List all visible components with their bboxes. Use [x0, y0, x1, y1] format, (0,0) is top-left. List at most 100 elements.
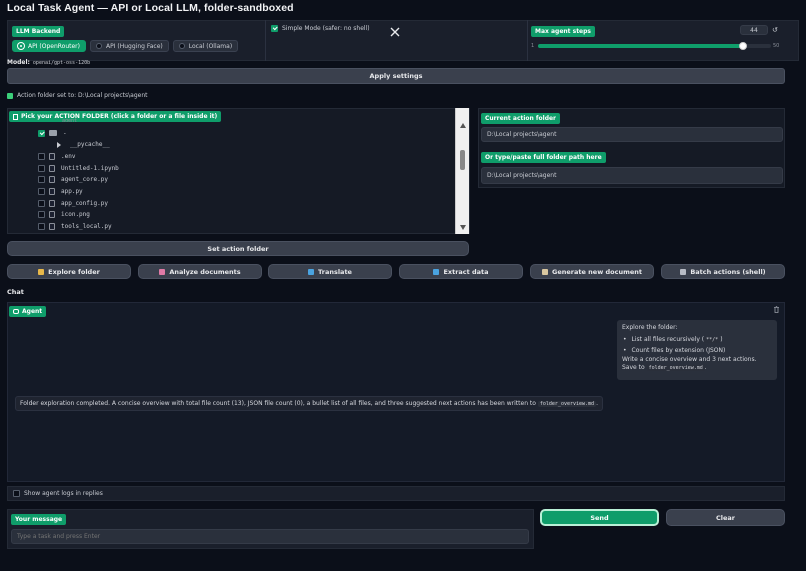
quick-action-button[interactable]: Explore folder — [7, 264, 131, 279]
bullet-icon: • — [623, 335, 627, 343]
chat-section-label: Chat — [7, 288, 24, 296]
tree-item-label: __pycache__ — [70, 141, 110, 149]
folder-icon — [49, 130, 57, 136]
model-label: Model: — [7, 59, 30, 66]
quick-action-button[interactable]: Batch actions (shell) — [661, 264, 785, 279]
clear-button[interactable]: Clear — [666, 509, 785, 526]
tree-item-label: Untitled-1.ipynb — [61, 164, 119, 172]
show-logs-row: Show agent logs in replies — [7, 486, 785, 501]
tree-item-label: app_config.py — [61, 199, 108, 207]
file-icon — [49, 223, 55, 231]
scroll-thumb[interactable] — [460, 150, 465, 170]
quick-action-button[interactable]: Translate — [268, 264, 392, 279]
steps-label: Max agent steps — [531, 26, 595, 37]
tree-checkbox[interactable] — [38, 199, 45, 207]
tree-row[interactable]: app.py — [38, 187, 83, 197]
user-message-bullet: • List all files recursively (**/*) — [623, 335, 723, 343]
scroll-down-icon[interactable] — [460, 225, 466, 230]
user-message-bullet: • Count files by extension (JSON) — [623, 347, 726, 354]
apply-settings-button[interactable]: Apply settings — [7, 68, 785, 84]
message-label: Your message — [11, 514, 67, 525]
user-message-line: Write a concise overview and 3 next acti… — [622, 355, 757, 363]
app-title: Local Task Agent — API or Local LLM, fol… — [7, 2, 294, 14]
agent-label: Agent — [9, 306, 47, 317]
tree-item-label: .env — [61, 152, 76, 160]
tree-row[interactable]: agent_core.py — [38, 175, 108, 185]
agent-message-bubble: Folder exploration completed. A concise … — [15, 396, 603, 411]
tree-row[interactable]: Untitled-1.ipynb — [38, 163, 119, 173]
set-action-folder-button[interactable]: Set action folder — [7, 241, 469, 256]
tree-item-label: icon.png — [61, 211, 90, 219]
file-icon — [49, 199, 55, 207]
simple-mode-checkbox[interactable] — [271, 25, 278, 32]
quick-action-button[interactable]: Extract data — [399, 264, 523, 279]
tree-checkbox[interactable] — [38, 164, 45, 172]
reset-icon[interactable]: ↺ — [772, 26, 778, 34]
scroll-up-icon[interactable] — [460, 123, 466, 128]
path-input-label: Or type/paste full folder path here — [481, 152, 606, 163]
radio-dot-icon — [96, 43, 102, 49]
tree-row[interactable]: tools_local.py — [38, 222, 112, 232]
steps-value-input[interactable]: 44 — [740, 25, 768, 35]
current-folder-field: D:\Local projects\agent — [481, 127, 783, 142]
magnifier-icon — [433, 268, 440, 275]
tree-checkbox[interactable] — [38, 129, 45, 137]
file-icon — [49, 176, 55, 184]
settings-divider — [265, 20, 266, 61]
message-input[interactable] — [11, 529, 529, 544]
file-icon — [49, 188, 55, 195]
tree-checkbox[interactable] — [38, 176, 45, 184]
tree-item-label: app.py — [61, 188, 83, 195]
backend-option-openrouter[interactable]: API (OpenRouter) — [12, 40, 86, 52]
trash-icon[interactable] — [773, 306, 780, 313]
model-value: openai/gpt-oss-120b — [32, 59, 91, 66]
user-message-bubble: Explore the folder: • List all files recu… — [617, 320, 777, 380]
steps-slider-thumb[interactable] — [739, 42, 748, 50]
simple-mode-toggle[interactable]: Simple Mode (safer: no shell) — [271, 25, 370, 32]
file-icon — [49, 152, 55, 160]
tree-checkbox[interactable] — [38, 223, 45, 231]
tree-checkbox[interactable] — [38, 211, 45, 219]
chat-bubble-icon — [13, 309, 19, 314]
backend-option-huggingface[interactable]: API (Hugging Face) — [90, 40, 169, 52]
current-folder-label: Current action folder — [481, 113, 561, 124]
tree-item-label: agent_core.py — [61, 176, 108, 184]
brain-icon — [159, 268, 166, 275]
backend-option-ollama[interactable]: Local (Ollama) — [172, 40, 239, 52]
tree-partial-row: agent — [62, 118, 78, 122]
tree-checkbox[interactable] — [38, 188, 45, 195]
tree-row[interactable]: .env — [38, 151, 75, 161]
close-icon[interactable] — [389, 26, 401, 38]
tree-row[interactable]: icon.png — [38, 210, 90, 220]
tree-row[interactable]: - — [38, 128, 67, 138]
steps-max-label: 50 — [773, 43, 780, 49]
file-icon — [49, 211, 55, 219]
action-status: Action folder set to: D:\Local projects\… — [7, 92, 147, 99]
show-logs-checkbox[interactable] — [13, 490, 20, 497]
steps-slider[interactable] — [538, 42, 771, 50]
tree-row[interactable]: __pycache__ — [38, 140, 110, 150]
tree-scrollbar[interactable] — [455, 108, 469, 234]
quick-action-button[interactable]: Generate new document — [530, 264, 654, 279]
user-message-save: Save to folder_overview.md. — [622, 364, 707, 371]
tree-row[interactable]: app_config.py — [38, 198, 108, 208]
globe-icon — [308, 268, 315, 275]
quick-action-button[interactable]: Analyze documents — [138, 264, 262, 279]
steps-min-label: 1 — [531, 43, 535, 49]
file-icon — [49, 164, 55, 172]
check-icon — [7, 92, 13, 99]
model-row: Model: openai/gpt-oss-120b — [7, 59, 90, 66]
chevron-right-icon[interactable] — [57, 141, 61, 148]
path-input[interactable]: D:\Local projects\agent — [481, 167, 783, 184]
gear-icon — [680, 268, 687, 275]
steps-slider-fill — [538, 44, 744, 48]
user-message-title: Explore the folder: — [622, 324, 678, 331]
send-button[interactable]: Send — [540, 509, 659, 526]
tree-item-label: - — [63, 129, 67, 137]
tree-checkbox[interactable] — [38, 152, 45, 160]
document-icon — [542, 268, 549, 275]
radio-dot-icon — [18, 43, 24, 49]
bullet-icon: • — [623, 347, 627, 354]
folder-picker-label: Pick your ACTION FOLDER (click a folder … — [9, 111, 222, 122]
backend-label: LLM Backend — [12, 26, 65, 37]
